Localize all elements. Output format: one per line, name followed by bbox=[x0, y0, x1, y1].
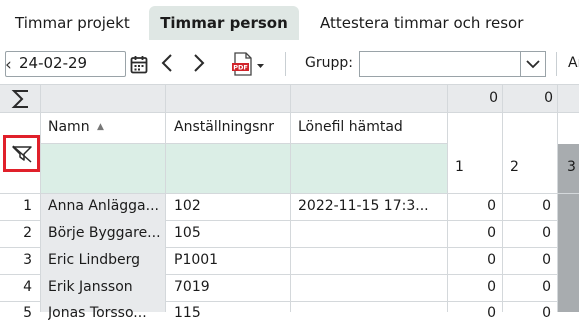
cell-namn[interactable]: Erik Jansson bbox=[48, 279, 163, 295]
column-header-lonefil-hamtad[interactable]: Lönefil hämtad bbox=[298, 119, 403, 135]
cell-day-2[interactable]: 0 bbox=[503, 225, 551, 241]
grid-line bbox=[40, 143, 447, 144]
row-number: 5 bbox=[23, 305, 32, 321]
cell-anstallningsnr[interactable]: 7019 bbox=[174, 279, 210, 295]
column-header-day-2[interactable]: 2 bbox=[510, 159, 519, 175]
chevron-left-icon: ‹ bbox=[5, 55, 12, 75]
pdf-export-button[interactable]: PDF bbox=[231, 51, 267, 77]
tab-timmar-person[interactable]: Timmar person bbox=[149, 6, 299, 40]
cell-day-2[interactable]: 0 bbox=[503, 305, 551, 321]
filter-row bbox=[40, 144, 447, 193]
toolbar-separator bbox=[285, 52, 286, 76]
toolbar-separator bbox=[556, 52, 557, 76]
row-number: 4 bbox=[23, 279, 32, 295]
grid-line bbox=[165, 84, 166, 312]
tab-bar: Timmar projekt Timmar person Attestera t… bbox=[0, 0, 579, 42]
column-header-day-1[interactable]: 1 bbox=[455, 159, 464, 175]
grupp-label: Grupp: bbox=[305, 55, 353, 71]
column-header-namn-label: Namn bbox=[48, 119, 90, 135]
pdf-label: PDF bbox=[233, 64, 248, 72]
truncated-toolbar-label: Ar bbox=[568, 55, 579, 71]
day3-column bbox=[558, 194, 579, 312]
cell-day-1[interactable]: 0 bbox=[448, 198, 496, 214]
cell-day-1[interactable]: 0 bbox=[448, 305, 496, 321]
chevron-down-icon bbox=[525, 55, 541, 77]
cell-namn[interactable]: Börje Byggare... bbox=[48, 225, 163, 241]
row-number: 3 bbox=[23, 252, 32, 268]
cell-lonefil-hamtad[interactable]: 2022-11-15 17:3... bbox=[298, 198, 444, 214]
cell-anstallningsnr[interactable]: 115 bbox=[174, 305, 201, 321]
cell-day-2[interactable]: 0 bbox=[503, 198, 551, 214]
column-header-day-3[interactable]: 3 bbox=[567, 159, 576, 175]
cell-day-2[interactable]: 0 bbox=[503, 252, 551, 268]
pdf-icon: PDF bbox=[232, 52, 264, 76]
cell-namn[interactable]: Jonas Torsso... bbox=[48, 305, 163, 321]
cell-anstallningsnr[interactable]: 102 bbox=[174, 198, 201, 214]
tab-attestera-timmar-och-resor[interactable]: Attestera timmar och resor bbox=[320, 6, 523, 40]
grid-line bbox=[290, 84, 291, 312]
cell-day-1[interactable]: 0 bbox=[448, 252, 496, 268]
previous-date-button[interactable] bbox=[158, 51, 176, 75]
next-date-button[interactable] bbox=[190, 51, 208, 75]
sum-icon[interactable] bbox=[6, 86, 36, 111]
sum-value-day2: 0 bbox=[544, 90, 553, 106]
cell-anstallningsnr[interactable]: P1001 bbox=[174, 252, 218, 268]
row-number: 1 bbox=[23, 198, 32, 214]
cell-day-1[interactable]: 0 bbox=[448, 225, 496, 241]
select-divider bbox=[520, 52, 521, 76]
highlight-box bbox=[3, 135, 40, 172]
tab-timmar-projekt[interactable]: Timmar projekt bbox=[15, 6, 130, 40]
row-number: 2 bbox=[23, 225, 32, 241]
column-header-namn[interactable]: Namn ▲ bbox=[48, 119, 104, 135]
date-field[interactable]: 24-02-29 bbox=[5, 51, 126, 77]
cell-namn[interactable]: Anna Anlägga... bbox=[48, 198, 163, 214]
cell-day-1[interactable]: 0 bbox=[448, 279, 496, 295]
sort-ascending-icon: ▲ bbox=[97, 122, 104, 132]
cell-anstallningsnr[interactable]: 105 bbox=[174, 225, 201, 241]
sum-value-day1: 0 bbox=[489, 90, 498, 106]
cell-namn[interactable]: Eric Lindberg bbox=[48, 252, 163, 268]
cell-day-2[interactable]: 0 bbox=[503, 279, 551, 295]
calendar-icon[interactable] bbox=[129, 53, 149, 75]
column-header-anstallningsnr[interactable]: Anställningsnr bbox=[174, 119, 274, 135]
grupp-select[interactable] bbox=[359, 51, 546, 77]
